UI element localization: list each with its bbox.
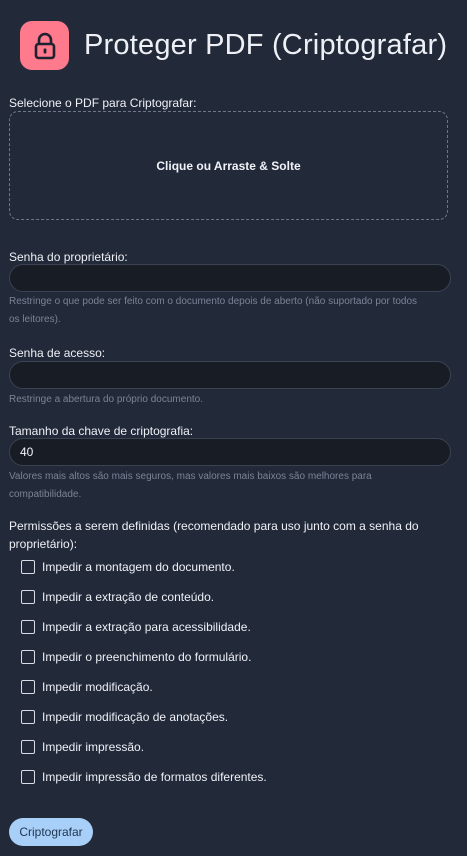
- owner-password-help-line1: Restringe o que pode ser feito com o doc…: [9, 296, 418, 307]
- permission-label: Impedir o preenchimento do formulário.: [42, 650, 252, 664]
- checkbox[interactable]: [21, 560, 35, 574]
- permissions-title-line1: Permissões a serem definidas (recomendad…: [9, 519, 419, 533]
- owner-password-label: Senha do proprietário:: [9, 250, 128, 264]
- upload-label: Selecione o PDF para Criptografar:: [9, 96, 197, 110]
- checkbox[interactable]: [21, 740, 35, 754]
- permission-label: Impedir a extração para acessibilidade.: [42, 620, 251, 634]
- page: Proteger PDF (Criptografar) Selecione o …: [0, 0, 467, 856]
- file-dropzone[interactable]: Clique ou Arraste & Solte: [9, 111, 448, 220]
- permission-label: Impedir modificação.: [42, 680, 153, 694]
- checkbox[interactable]: [21, 620, 35, 634]
- permission-prevent-fill-form[interactable]: Impedir o preenchimento do formulário.: [21, 650, 251, 664]
- dropzone-text: Clique ou Arraste & Solte: [156, 158, 301, 173]
- permission-prevent-assembly[interactable]: Impedir a montagem do documento.: [21, 560, 235, 574]
- access-password-help: Restringe a abertura do próprio document…: [9, 394, 204, 405]
- access-password-label: Senha de acesso:: [9, 346, 106, 360]
- permissions-title: Permissões a serem definidas (recomendad…: [9, 517, 454, 553]
- permission-label: Impedir impressão.: [42, 740, 145, 754]
- permission-prevent-extract-accessibility[interactable]: Impedir a extração para acessibilidade.: [21, 620, 251, 634]
- page-title: Proteger PDF (Criptografar): [84, 29, 448, 61]
- permissions-title-line2: proprietário):: [9, 537, 78, 551]
- owner-password-help-line2: os leitores).: [9, 314, 61, 325]
- permission-label: Impedir a montagem do documento.: [42, 560, 235, 574]
- page-header: Proteger PDF (Criptografar): [20, 21, 447, 70]
- owner-password-input[interactable]: [9, 264, 451, 292]
- permission-label: Impedir modificação de anotações.: [42, 710, 229, 724]
- permission-prevent-modify[interactable]: Impedir modificação.: [21, 680, 153, 694]
- key-size-help-line1: Valores mais altos são mais seguros, mas…: [9, 471, 372, 482]
- key-size-help-line2: compatibilidade.: [9, 489, 82, 500]
- checkbox[interactable]: [21, 770, 35, 784]
- permission-label: Impedir impressão de formatos diferentes…: [42, 770, 267, 784]
- key-size-input[interactable]: [9, 438, 451, 466]
- owner-password-help: Restringe o que pode ser feito com o doc…: [9, 293, 449, 329]
- permission-prevent-printing[interactable]: Impedir impressão.: [21, 740, 144, 754]
- checkbox[interactable]: [21, 680, 35, 694]
- permission-prevent-printing-formats[interactable]: Impedir impressão de formatos diferentes…: [21, 770, 267, 784]
- checkbox[interactable]: [21, 710, 35, 724]
- permission-prevent-modify-annotations[interactable]: Impedir modificação de anotações.: [21, 710, 228, 724]
- access-password-input[interactable]: [9, 361, 451, 389]
- permission-label: Impedir a extração de conteúdo.: [42, 590, 215, 604]
- encrypt-button[interactable]: Criptografar: [9, 818, 93, 846]
- key-size-help: Valores mais altos são mais seguros, mas…: [9, 468, 449, 504]
- checkbox[interactable]: [21, 590, 35, 604]
- lock-icon: [20, 21, 69, 70]
- checkbox[interactable]: [21, 650, 35, 664]
- permission-prevent-extract-content[interactable]: Impedir a extração de conteúdo.: [21, 590, 214, 604]
- key-size-label: Tamanho da chave de criptografia:: [9, 424, 194, 438]
